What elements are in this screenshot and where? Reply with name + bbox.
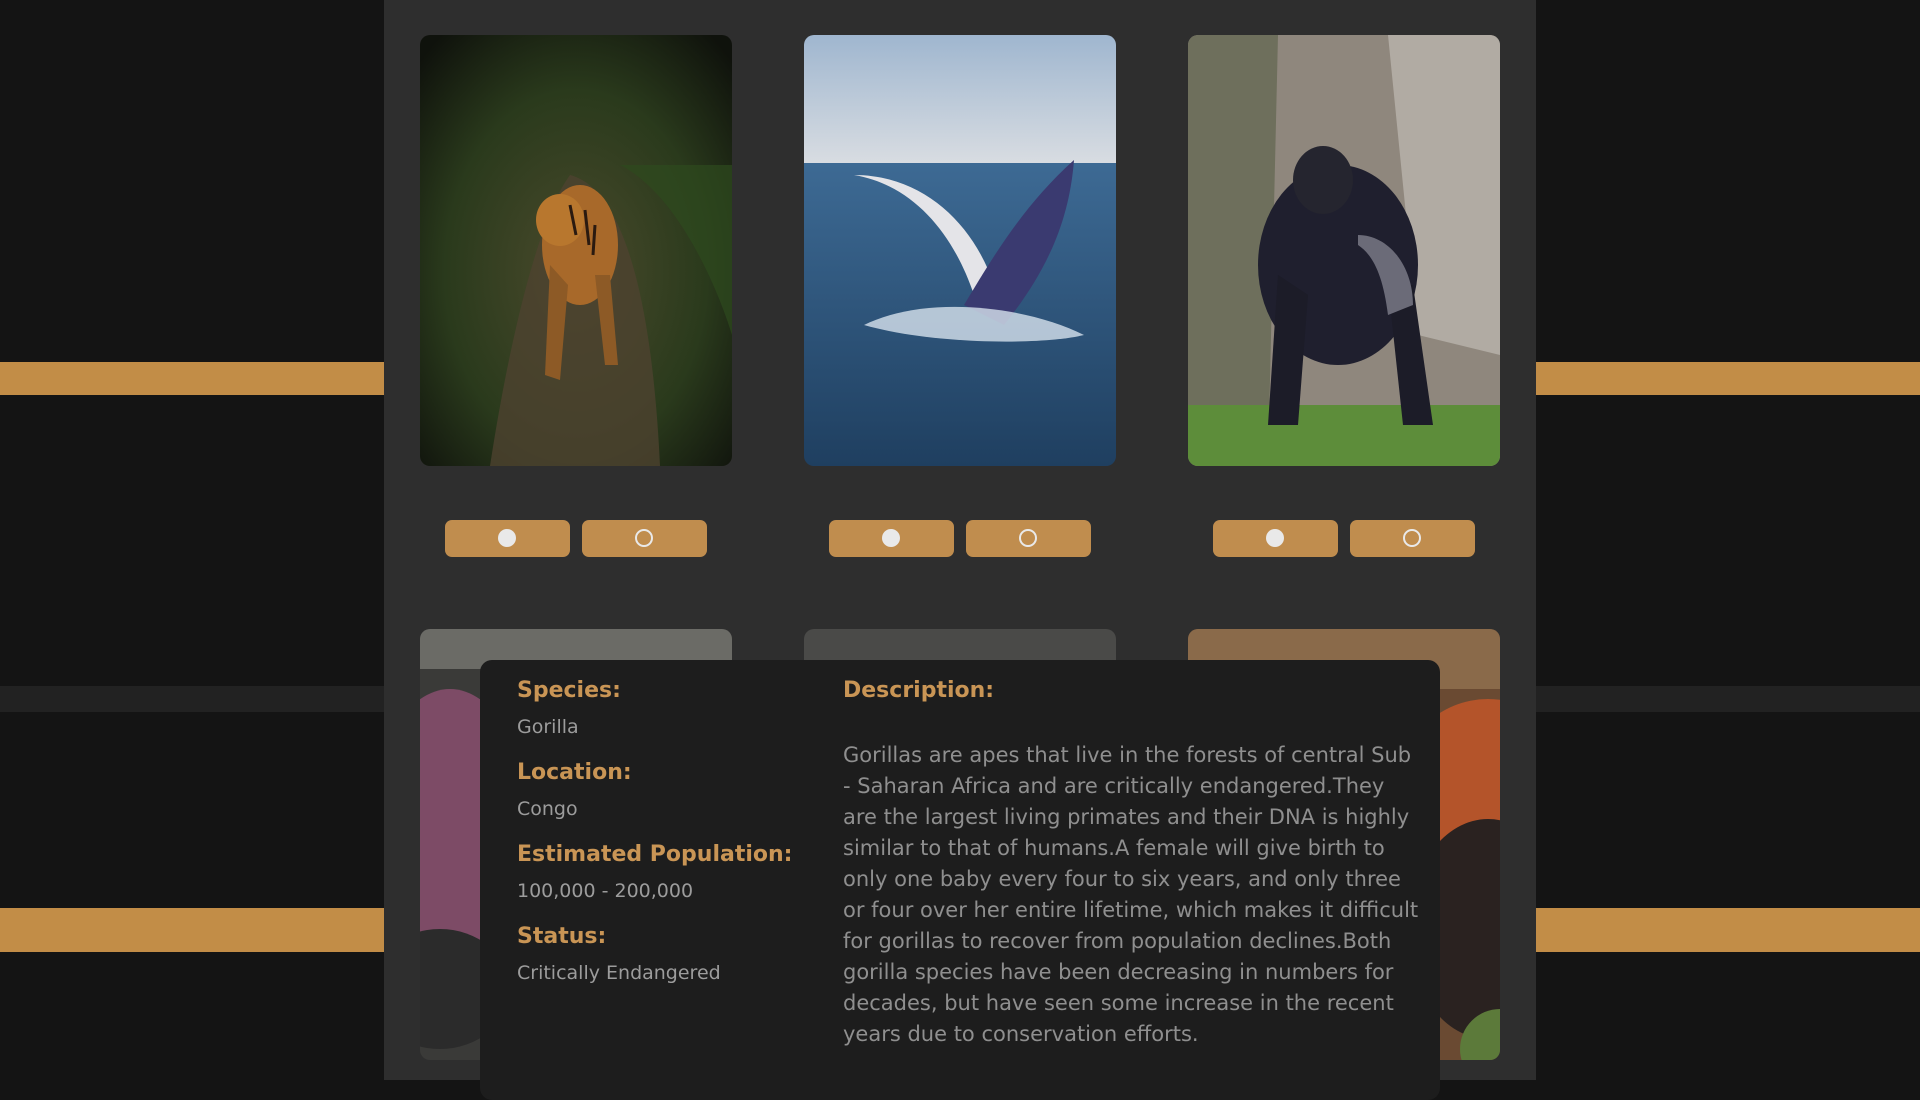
animal-card-gorilla[interactable]	[1188, 35, 1500, 565]
population-label: Estimated Population:	[517, 842, 793, 867]
filled-dot-icon	[498, 529, 516, 547]
whale-button-row	[829, 520, 1091, 557]
filled-dot-icon	[882, 529, 900, 547]
whale-info-button[interactable]	[966, 520, 1091, 557]
status-label: Status:	[517, 924, 607, 949]
location-value: Congo	[517, 798, 578, 820]
status-value: Critically Endangered	[517, 962, 721, 984]
whale-select-button[interactable]	[829, 520, 954, 557]
animal-card-whale[interactable]	[804, 35, 1116, 565]
filled-dot-icon	[1266, 529, 1284, 547]
hollow-dot-icon	[1019, 529, 1037, 547]
animal-info-modal: Species: Gorilla Location: Congo Estimat…	[480, 660, 1440, 1100]
gorilla-photo[interactable]	[1188, 35, 1500, 466]
animal-card-tiger[interactable]	[420, 35, 732, 565]
description-label: Description:	[843, 678, 995, 703]
hollow-dot-icon	[1403, 529, 1421, 547]
hollow-dot-icon	[635, 529, 653, 547]
gorilla-button-row	[1213, 520, 1475, 557]
description-text: Gorillas are apes that live in the fores…	[843, 743, 1419, 1046]
tiger-select-button[interactable]	[445, 520, 570, 557]
gorilla-info-button[interactable]	[1350, 520, 1475, 557]
gorilla-select-button[interactable]	[1213, 520, 1338, 557]
population-value: 100,000 - 200,000	[517, 880, 694, 902]
species-label: Species:	[517, 678, 621, 703]
tiger-button-row	[445, 520, 707, 557]
location-label: Location:	[517, 760, 632, 785]
whale-photo[interactable]	[804, 35, 1116, 466]
species-value: Gorilla	[517, 716, 579, 738]
tiger-info-button[interactable]	[582, 520, 707, 557]
tiger-photo[interactable]	[420, 35, 732, 466]
